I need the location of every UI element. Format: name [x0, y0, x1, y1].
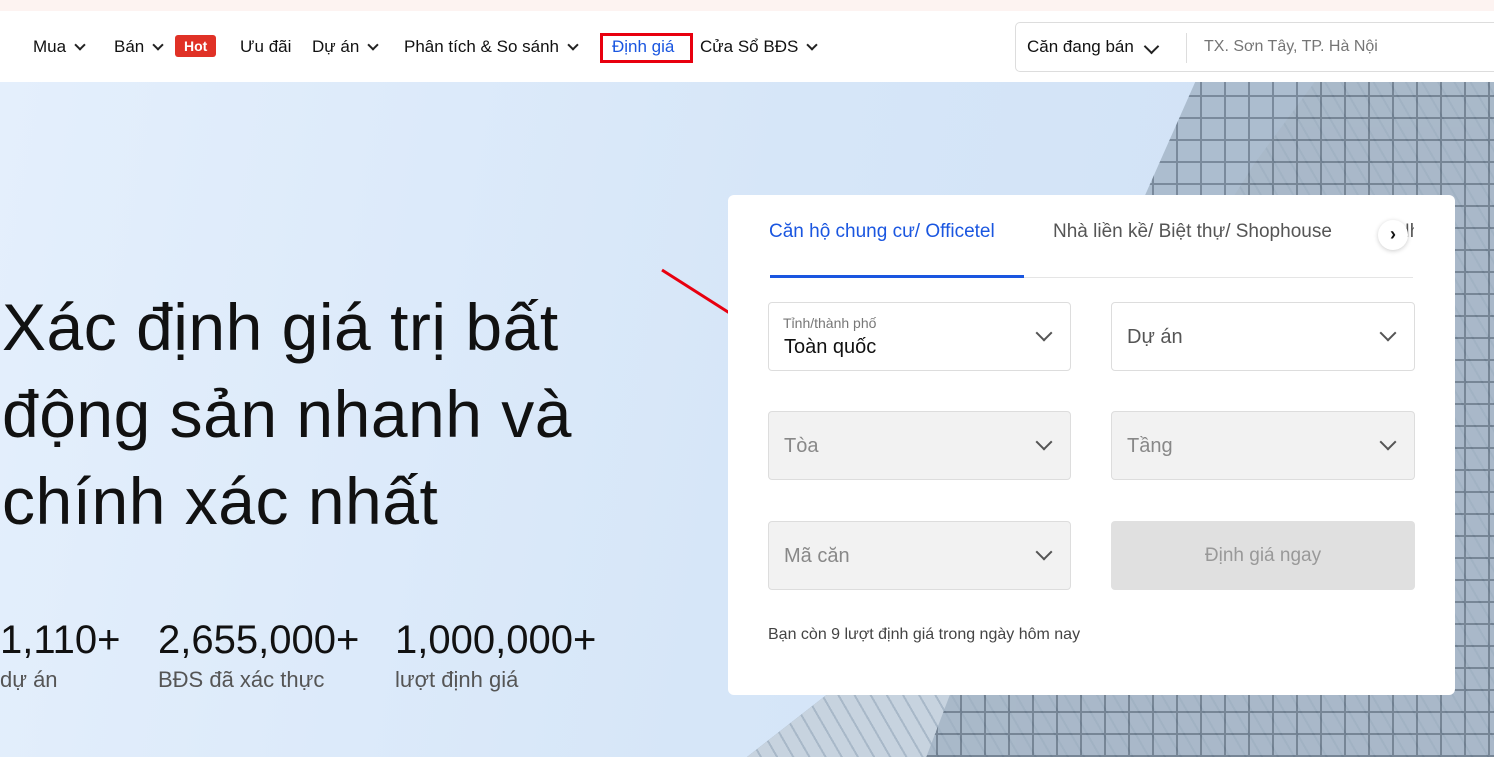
floor-select[interactable]: Tầng: [1111, 411, 1415, 480]
building-select[interactable]: Tòa: [768, 411, 1071, 480]
unit-select[interactable]: Mã căn: [768, 521, 1071, 590]
highlight-box: [600, 33, 693, 63]
chevron-down-icon: [1379, 433, 1397, 451]
stat-value: 2,655,000+: [158, 618, 360, 662]
listing-type-label: Căn đang bán: [1027, 37, 1134, 56]
field-placeholder: Tòa: [784, 435, 819, 457]
listing-type-select[interactable]: Căn đang bán: [1027, 37, 1160, 57]
top-nav: Mua Bán Hot Ưu đãi Dự án Phân tích & So …: [0, 11, 1494, 82]
chevron-down-icon: [367, 38, 379, 51]
nav-label: Mua: [33, 37, 67, 56]
chevron-down-icon: [1143, 38, 1160, 55]
headline-line: Xác định giá trị bất: [2, 290, 559, 364]
project-select[interactable]: Dự án: [1111, 302, 1415, 371]
chevron-down-icon: [806, 38, 818, 51]
search-bar: Căn đang bán: [1015, 22, 1494, 72]
valuation-card: Căn hộ chung cư/ Officetel Nhà liền kề/ …: [728, 195, 1455, 695]
stat-label: BĐS đã xác thực: [158, 667, 325, 692]
chevron-right-icon[interactable]: ›: [1378, 220, 1408, 250]
hot-badge: Hot: [175, 35, 217, 57]
remaining-quota-note: Bạn còn 9 lượt định giá trong ngày hôm n…: [768, 626, 1081, 643]
active-tab-underline: [770, 275, 1024, 278]
field-placeholder: Dự án: [1127, 326, 1183, 348]
nav-label: Bán: [114, 37, 145, 56]
stat-value: 1,110+: [0, 618, 121, 662]
tab-apartment[interactable]: Căn hộ chung cư/ Officetel: [769, 221, 995, 243]
nav-label: Dự án: [312, 37, 360, 56]
nav-label: Cửa Sổ BĐS: [700, 37, 799, 56]
field-placeholder: Mã căn: [784, 545, 850, 567]
nav-phan-tich[interactable]: Phân tích & So sánh: [404, 37, 579, 57]
chevron-down-icon: [74, 38, 86, 51]
chevron-down-icon: [1379, 324, 1397, 342]
chevron-down-icon: [152, 38, 164, 51]
stat-valuations: 1,000,000+ lượt định giá: [395, 618, 596, 693]
headline-line: động sản nhanh và: [2, 377, 572, 451]
stat-label: lượt định giá: [395, 667, 519, 692]
nav-cua-so-bds[interactable]: Cửa Sổ BĐS: [700, 37, 818, 57]
chevron-down-icon: [1035, 324, 1053, 342]
field-placeholder: Tầng: [1127, 435, 1173, 457]
nav-label: Ưu đãi: [240, 37, 292, 56]
nav-ban[interactable]: Bán: [114, 37, 164, 57]
stat-label: dự án: [0, 667, 58, 692]
divider: [1186, 33, 1187, 63]
valuate-now-button[interactable]: Định giá ngay: [1111, 521, 1415, 590]
nav-mua[interactable]: Mua: [33, 37, 86, 57]
province-select[interactable]: Tỉnh/thành phố Toàn quốc: [768, 302, 1071, 371]
chevron-down-icon: [1035, 543, 1053, 561]
nav-uu-dai[interactable]: Ưu đãi: [240, 37, 291, 57]
stat-value: 1,000,000+: [395, 618, 597, 662]
tab-townhouse[interactable]: Nhà liền kề/ Biệt thự/ Shophouse: [1053, 221, 1332, 243]
nav-du-an[interactable]: Dự án: [312, 37, 379, 57]
chevron-down-icon: [567, 38, 579, 51]
headline-line: chính xác nhất: [2, 464, 439, 538]
chevron-down-icon: [1035, 433, 1053, 451]
stat-verified: 2,655,000+ BĐS đã xác thực: [158, 618, 359, 693]
field-label: Tỉnh/thành phố: [783, 315, 877, 331]
search-input[interactable]: [1204, 38, 1494, 56]
top-strip: [0, 0, 1494, 11]
nav-label: Phân tích & So sánh: [404, 37, 559, 56]
field-value: Toàn quốc: [784, 336, 877, 358]
stat-projects: 1,110+ dự án: [0, 618, 121, 693]
hero-headline: Xác định giá trị bất động sản nhanh và c…: [2, 284, 572, 545]
